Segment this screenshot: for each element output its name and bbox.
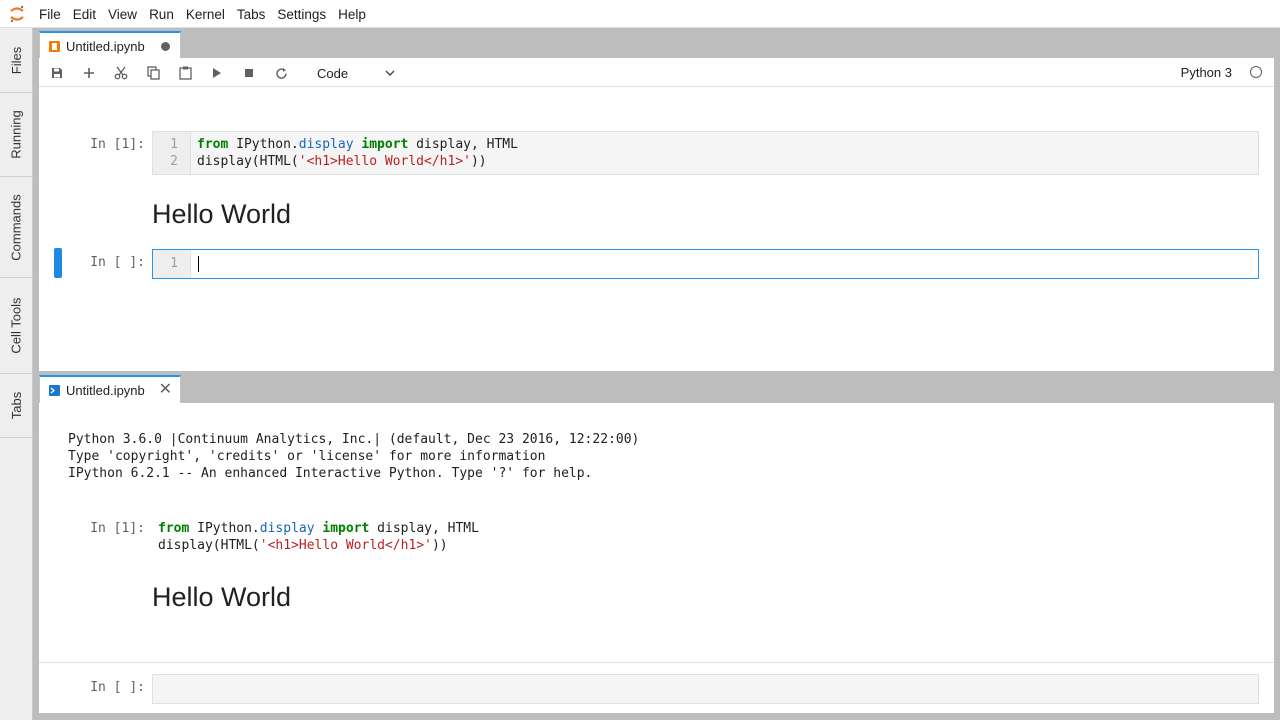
console-output-heading: Hello World [152,582,292,612]
console-input-editor[interactable] [152,674,1259,704]
line-number: 1 [170,137,178,152]
console-tab-bar: Untitled.ipynb ✕ [39,372,1274,403]
stop-icon[interactable] [238,63,260,83]
line-number: 1 [170,256,178,271]
code-token: display, HTML [369,521,479,536]
notebook-tab-bar: Untitled.ipynb [39,28,1274,59]
console-input-prompt: In [ ]: [90,680,145,695]
cell-prompt: In [1]: [90,137,145,152]
console-input-area: In [ ]: [39,662,1274,713]
kernel-name[interactable]: Python 3 [1181,65,1232,80]
sidebar-tab-cell-tools[interactable]: Cell Tools [0,278,33,374]
add-cell-icon[interactable] [78,63,100,83]
notebook-toolbar: Code Python 3 [39,58,1274,87]
notebook-panel: Code Python 3 In [1]: 1 2 from IPython.d… [39,58,1274,371]
code-token: import [361,137,409,152]
code-line: from IPython.display import display, HTM… [197,137,518,152]
text-cursor [198,256,199,272]
active-code-cell-editor[interactable]: 1 [152,249,1259,279]
line-gutter: 1 [153,250,191,278]
sidebar-tab-label: Running [9,110,24,159]
cell-type-dropdown[interactable]: Code [311,63,401,83]
jupyter-logo-icon [0,0,33,28]
menu-edit[interactable]: Edit [67,0,102,28]
menu-help[interactable]: Help [332,0,372,28]
left-sidebar: Files Running Commands Cell Tools Tabs [0,28,33,720]
code-line: display(HTML('<h1>Hello World</h1>')) [197,154,487,169]
menu-kernel[interactable]: Kernel [180,0,231,28]
console-panel: Python 3.6.0 |Continuum Analytics, Inc.|… [39,403,1274,713]
console-banner-line: IPython 6.2.1 -- An enhanced Interactive… [68,466,593,481]
code-token: from [158,521,190,536]
code-token: display, HTML [408,137,518,152]
code-cell-editor[interactable]: 1 2 from IPython.display import display,… [152,131,1259,175]
menu-file[interactable]: File [33,0,67,28]
code-token: display(HTML( [158,538,260,553]
restart-icon[interactable] [270,63,292,83]
line-gutter: 1 2 [153,132,191,174]
line-number: 2 [170,154,178,169]
console-banner-line: Type 'copyright', 'credits' or 'license'… [68,449,546,464]
code-token: display(HTML( [197,154,299,169]
menu-run[interactable]: Run [143,0,180,28]
sidebar-tab-tabs[interactable]: Tabs [0,374,33,438]
cell-prompt: In [ ]: [90,255,145,270]
code-token: import [322,521,370,536]
tab-label: Untitled.ipynb [66,382,145,398]
code-token: )) [470,154,487,169]
code-token: from [197,137,229,152]
console-banner-line: Python 3.6.0 |Continuum Analytics, Inc.|… [68,432,640,447]
code-token: )) [431,538,448,553]
code-token: '<h1>Hello World</h1>' [298,154,471,169]
code-token: '<h1>Hello World</h1>' [259,538,432,553]
run-icon[interactable] [206,63,228,83]
cell-type-value: Code [317,65,349,81]
console-code-line: display(HTML('<h1>Hello World</h1>')) [158,538,448,553]
console-cell-prompt: In [1]: [90,521,145,536]
cut-icon[interactable] [110,63,132,83]
kernel-idle-icon [1250,66,1262,78]
close-icon[interactable]: ✕ [159,382,172,398]
copy-icon[interactable] [142,63,164,83]
unsaved-dot-icon[interactable] [161,41,170,51]
code-token: display [259,521,315,536]
notebook-icon [49,40,60,52]
sidebar-tab-files[interactable]: Files [0,28,33,93]
sidebar-tab-label: Files [8,46,24,74]
code-token: IPython. [228,137,299,152]
menu-settings[interactable]: Settings [271,0,332,28]
sidebar-tab-commands[interactable]: Commands [0,177,33,278]
code-token: display [298,137,354,152]
tab-notebook[interactable]: Untitled.ipynb [39,31,181,59]
console-code-line: from IPython.display import display, HTM… [158,521,479,536]
sidebar-tab-label: Commands [9,193,24,261]
menu-view[interactable]: View [102,0,143,28]
cell-output-heading: Hello World [152,199,292,229]
chevron-down-icon [385,70,395,76]
sidebar-tab-label: Cell Tools [9,297,24,354]
tab-console[interactable]: Untitled.ipynb ✕ [39,375,181,403]
sidebar-tab-running[interactable]: Running [0,93,33,177]
console-icon [49,384,60,396]
main-dock-area: Untitled.ipynb Code Python 3 In [1]: 1 2… [33,28,1280,720]
save-icon[interactable] [46,63,68,83]
sidebar-tab-label: Tabs [9,391,24,420]
code-token: IPython. [189,521,260,536]
tab-label: Untitled.ipynb [66,38,145,54]
menu-bar: File Edit View Run Kernel Tabs Settings … [0,0,1280,28]
paste-icon[interactable] [174,63,196,83]
menu-tabs[interactable]: Tabs [231,0,272,28]
